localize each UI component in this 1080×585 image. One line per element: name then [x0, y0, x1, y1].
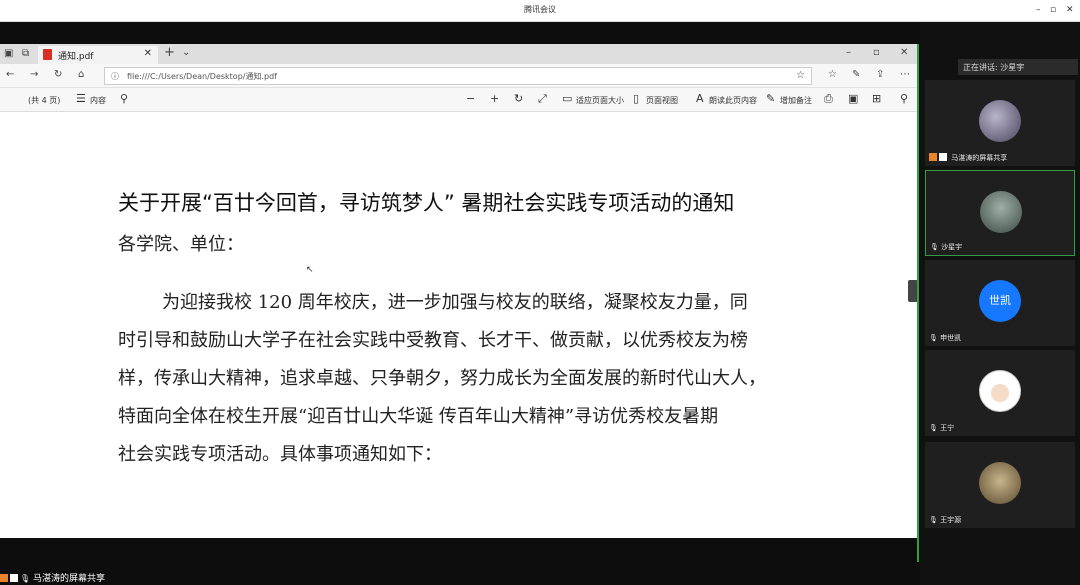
window-minimize-icon[interactable]: –	[846, 47, 851, 59]
print-icon[interactable]: ⎙	[824, 93, 833, 105]
avatar: 世凯	[979, 280, 1021, 322]
participant-tile[interactable]: 🎙 王宇源	[925, 442, 1075, 528]
paragraph-line: 样，传承山大精神，追求卓越、只争朝夕，努力成长为全面发展的新时代山大人，	[118, 368, 766, 389]
browser-tab-bar: ▣ ⧉ 通知.pdf ✕ + ⌄ – ▫ ✕	[0, 44, 918, 64]
minimize-icon[interactable]: –	[1036, 4, 1041, 16]
refresh-icon[interactable]: ↻	[54, 69, 62, 81]
fit-page-button[interactable]: 适应页面大小	[576, 95, 624, 106]
pin-icon[interactable]: ⚲	[900, 93, 908, 105]
meeting-title-bar: 腾讯会议 – ▫ ✕	[0, 0, 1080, 22]
participant-name: 🎙 王宇源	[929, 516, 962, 524]
zoom-out-icon[interactable]: −	[466, 93, 475, 105]
add-note-icon[interactable]: ✎	[766, 93, 775, 105]
info-icon: ⓘ	[111, 72, 119, 81]
favorite-star-icon[interactable]: ☆	[796, 70, 805, 82]
paragraph-line: 为迎接我校 120 周年校庆，进一步加强与校友的联络，凝聚校友力量，同	[162, 292, 748, 313]
share-border	[917, 44, 919, 562]
address-bar: ← → ↻ ⌂ ⓘ file:///C:/Users/Dean/Desktop/…	[0, 64, 918, 88]
participant-tile[interactable]: 世凯 🎙 申世凯	[925, 260, 1075, 346]
participant-tile[interactable]: 🎙 沙星宇	[925, 170, 1075, 256]
restore-icon[interactable]: ▫	[1050, 4, 1056, 16]
zoom-in-icon[interactable]: +	[490, 93, 499, 105]
avatar	[979, 370, 1021, 412]
paragraph-line: 时引导和鼓励山大学子在社会实践中受教育、长才干、做贡献，以优秀校友为榜	[118, 330, 748, 351]
user-icon	[929, 153, 937, 161]
set-aside-tabs-icon[interactable]: ⧉	[22, 48, 29, 60]
new-tab-icon[interactable]: +	[164, 46, 175, 59]
pdf-page: 关于开展“百廿今回首，寻访筑梦人” 暑期社会实践专项活动的通知 各学院、单位： …	[0, 112, 918, 538]
document-title: 关于开展“百廿今回首，寻访筑梦人” 暑期社会实践专项活动的通知	[118, 191, 735, 215]
read-aloud-button[interactable]: 朗读此页内容	[709, 95, 757, 106]
home-icon[interactable]: ⌂	[78, 69, 84, 81]
contents-icon[interactable]: ☰	[76, 93, 86, 105]
tab-pdf[interactable]: 通知.pdf ✕	[38, 46, 158, 64]
paragraph-line: 社会实践专项活动。具体事项通知如下：	[118, 444, 442, 465]
back-icon[interactable]: ←	[6, 69, 14, 81]
participant-name: 🎙 申世凯	[929, 334, 962, 342]
forward-icon[interactable]: →	[30, 69, 38, 81]
mic-off-icon: 🎙	[929, 516, 938, 524]
avatar	[979, 462, 1021, 504]
mic-off-icon: 🎙	[929, 334, 938, 342]
close-icon[interactable]: ✕	[1066, 4, 1074, 16]
avatar	[979, 100, 1021, 142]
share-label-text: 马湛涛的屏幕共享	[33, 574, 106, 584]
window-maximize-icon[interactable]: ▫	[873, 47, 880, 59]
mic-icon: 🎙	[20, 574, 31, 583]
save-as-icon[interactable]: ⊞	[872, 93, 881, 105]
fullscreen-icon[interactable]: ⤢	[538, 93, 547, 105]
contents-button[interactable]: 内容	[90, 95, 106, 106]
mic-icon: 🎙	[930, 243, 939, 251]
page-count: (共 4 页)	[28, 96, 61, 105]
rotate-icon[interactable]: ↻	[514, 93, 523, 105]
participant-name: 马湛涛的屏幕共享	[929, 153, 1007, 163]
mic-off-icon: 🎙	[929, 424, 938, 432]
participant-panel: 正在讲话: 沙星宇 马湛涛的屏幕共享 🎙 沙星宇 世凯 🎙 申世凯 🎙 王宁 🎙…	[920, 22, 1080, 585]
fit-page-icon[interactable]: ▭	[562, 93, 572, 105]
tab-close-icon[interactable]: ✕	[144, 48, 152, 59]
share-icon[interactable]: ⇪	[876, 69, 884, 81]
more-icon[interactable]: ⋯	[900, 69, 910, 81]
participant-name: 🎙 沙星宇	[930, 243, 963, 251]
pdf-file-icon	[43, 49, 52, 60]
screen-icon	[10, 574, 18, 582]
paragraph-line: 特面向全体在校生开展“迎百廿山大华诞 传百年山大精神”寻访优秀校友暑期	[118, 406, 719, 427]
participant-name: 🎙 王宁	[929, 424, 955, 432]
participant-tile[interactable]: 马湛涛的屏幕共享	[925, 80, 1075, 166]
user-icon	[0, 574, 8, 582]
mouse-cursor-icon: ↖	[306, 265, 314, 275]
favorites-icon[interactable]: ☆	[828, 69, 837, 81]
add-note-button[interactable]: 增加备注	[780, 95, 812, 106]
tab-title: 通知.pdf	[58, 52, 94, 62]
speaking-indicator: 正在讲话: 沙星宇	[958, 59, 1078, 75]
pdf-toolbar: (共 4 页) ☰ 内容 ⚲ − + ↻ ⤢ ▭ 适应页面大小 ▯ 页面视图 A…	[0, 88, 918, 112]
participant-tile[interactable]: 🎙 王宁	[925, 350, 1075, 436]
window-close-icon[interactable]: ✕	[900, 47, 908, 59]
chevron-down-icon[interactable]: ⌄	[182, 47, 190, 59]
screen-share-label: 🎙 马湛涛的屏幕共享	[0, 571, 105, 585]
save-icon[interactable]: ▣	[848, 93, 858, 105]
pen-icon[interactable]: ✎	[852, 69, 860, 81]
shared-screen: ▣ ⧉ 通知.pdf ✕ + ⌄ – ▫ ✕ ← → ↻ ⌂ ⓘ file://…	[0, 44, 918, 538]
avatar	[980, 191, 1022, 233]
url-input[interactable]: ⓘ file:///C:/Users/Dean/Desktop/通知.pdf ☆	[104, 67, 812, 85]
tab-list-icon[interactable]: ▣	[4, 48, 13, 60]
document-salutation: 各学院、单位：	[118, 234, 244, 255]
meeting-title: 腾讯会议	[524, 5, 556, 14]
search-icon[interactable]: ⚲	[120, 93, 128, 105]
page-view-button[interactable]: 页面视图	[646, 95, 678, 106]
meeting-window: 腾讯会议 – ▫ ✕ ▣ ⧉ 通知.pdf ✕ + ⌄ – ▫ ✕ ← → ↻ …	[0, 0, 1080, 585]
read-aloud-icon[interactable]: A	[696, 93, 704, 105]
url-text: file:///C:/Users/Dean/Desktop/通知.pdf	[127, 72, 277, 81]
screen-icon	[939, 153, 947, 161]
page-view-icon[interactable]: ▯	[633, 93, 639, 105]
